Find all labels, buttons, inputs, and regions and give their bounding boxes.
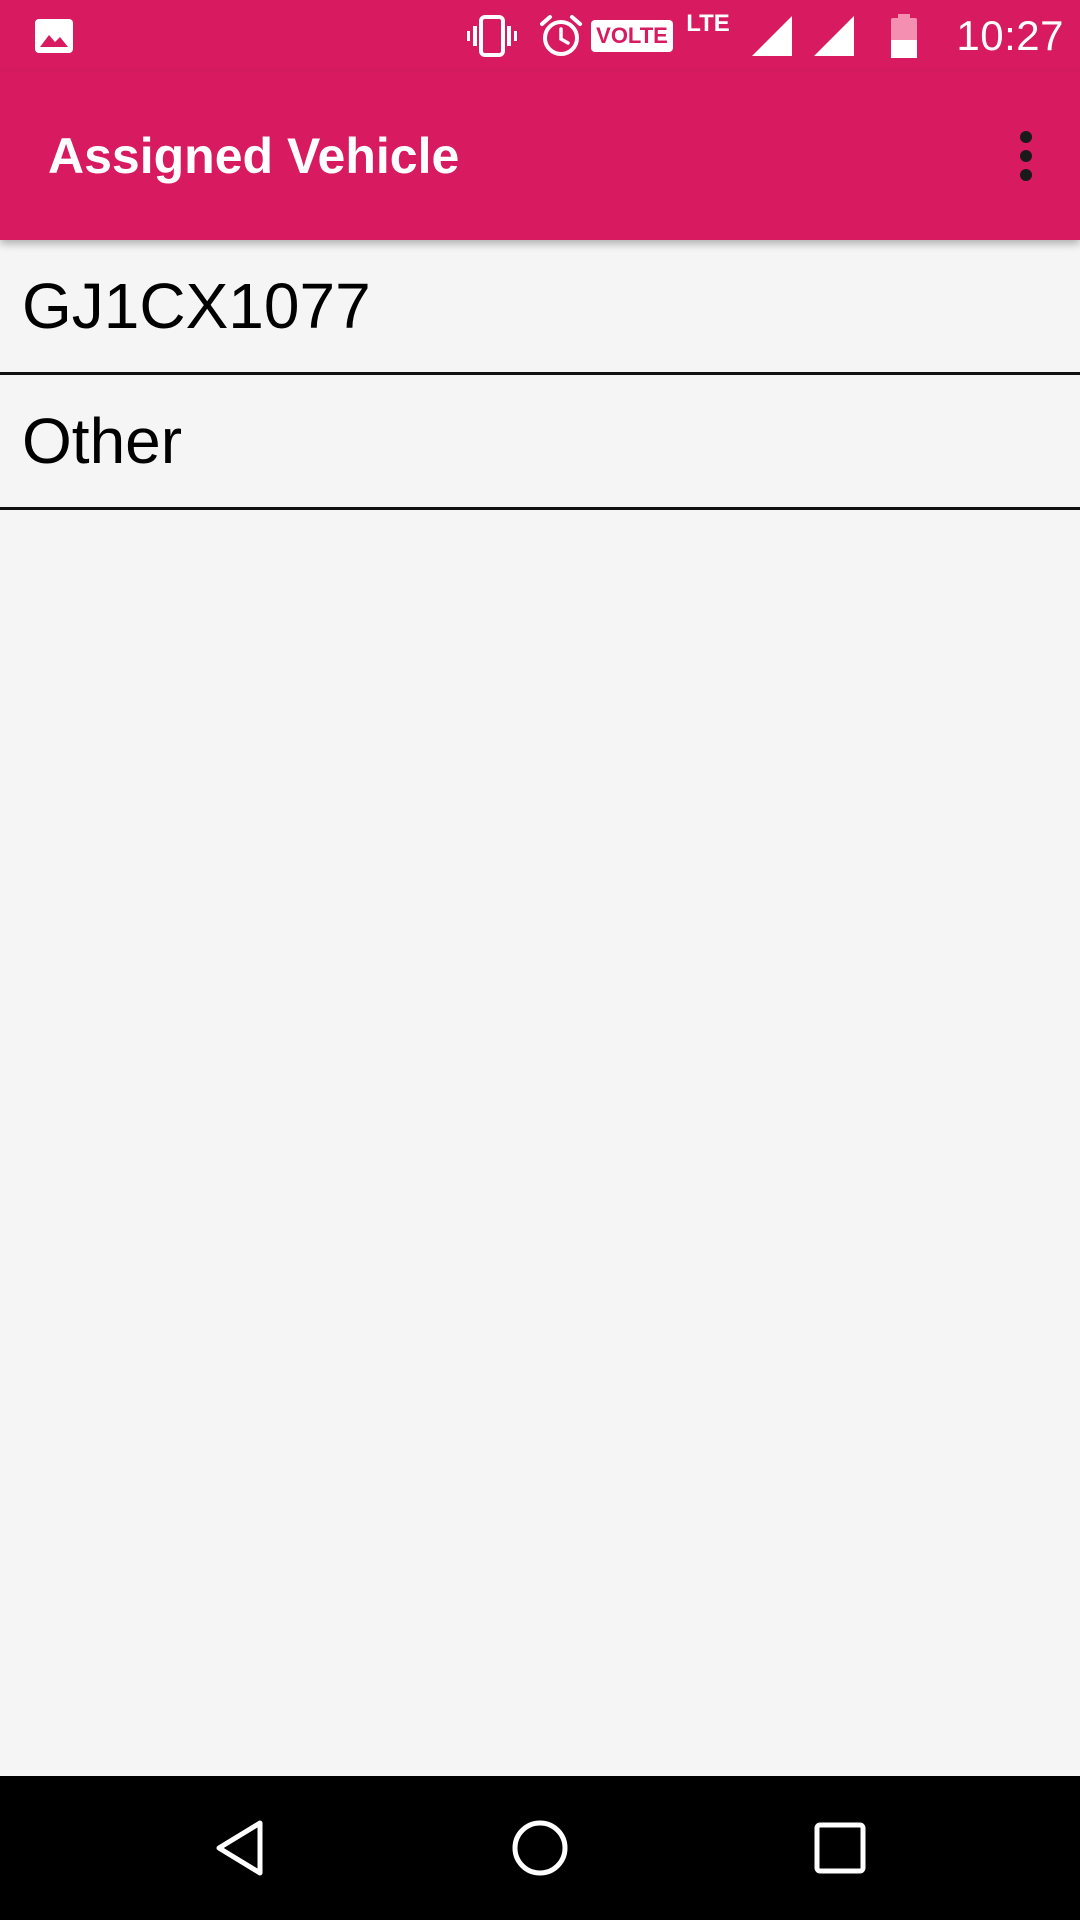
signal-icon-2 <box>810 0 858 72</box>
vehicle-label: Other <box>22 405 183 477</box>
lte-icon: LTE <box>680 0 736 72</box>
back-button[interactable] <box>160 1776 320 1920</box>
navigation-bar <box>0 1776 1080 1920</box>
image-notification-icon <box>30 0 78 72</box>
recents-icon <box>814 1822 866 1874</box>
vehicle-list: GJ1CX1077 Other <box>0 240 1080 510</box>
vehicle-label: GJ1CX1077 <box>22 270 371 342</box>
overflow-menu-button[interactable] <box>990 112 1062 200</box>
home-button[interactable] <box>460 1776 620 1920</box>
more-vert-icon <box>1020 131 1032 181</box>
volte-label: VOLTE <box>591 20 673 52</box>
screen: VOLTE LTE 10:27 Assigned Vehicle GJ1CX10… <box>0 0 1080 1920</box>
recents-button[interactable] <box>760 1776 920 1920</box>
vehicle-list-item[interactable]: GJ1CX1077 <box>0 240 1080 375</box>
page-title: Assigned Vehicle <box>48 128 460 184</box>
alarm-icon <box>536 0 586 72</box>
vehicle-list-item[interactable]: Other <box>0 375 1080 510</box>
status-time: 10:27 <box>946 0 1064 72</box>
battery-icon <box>884 0 924 72</box>
volte-icon: VOLTE <box>591 0 673 72</box>
vibrate-icon <box>464 0 520 72</box>
home-icon <box>512 1820 568 1876</box>
status-time-text: 10:27 <box>956 12 1064 59</box>
status-bar: VOLTE LTE 10:27 <box>0 0 1080 72</box>
app-bar: Assigned Vehicle <box>0 72 1080 240</box>
signal-icon <box>748 0 796 72</box>
back-icon <box>216 1820 263 1876</box>
lte-label: LTE <box>686 10 730 37</box>
